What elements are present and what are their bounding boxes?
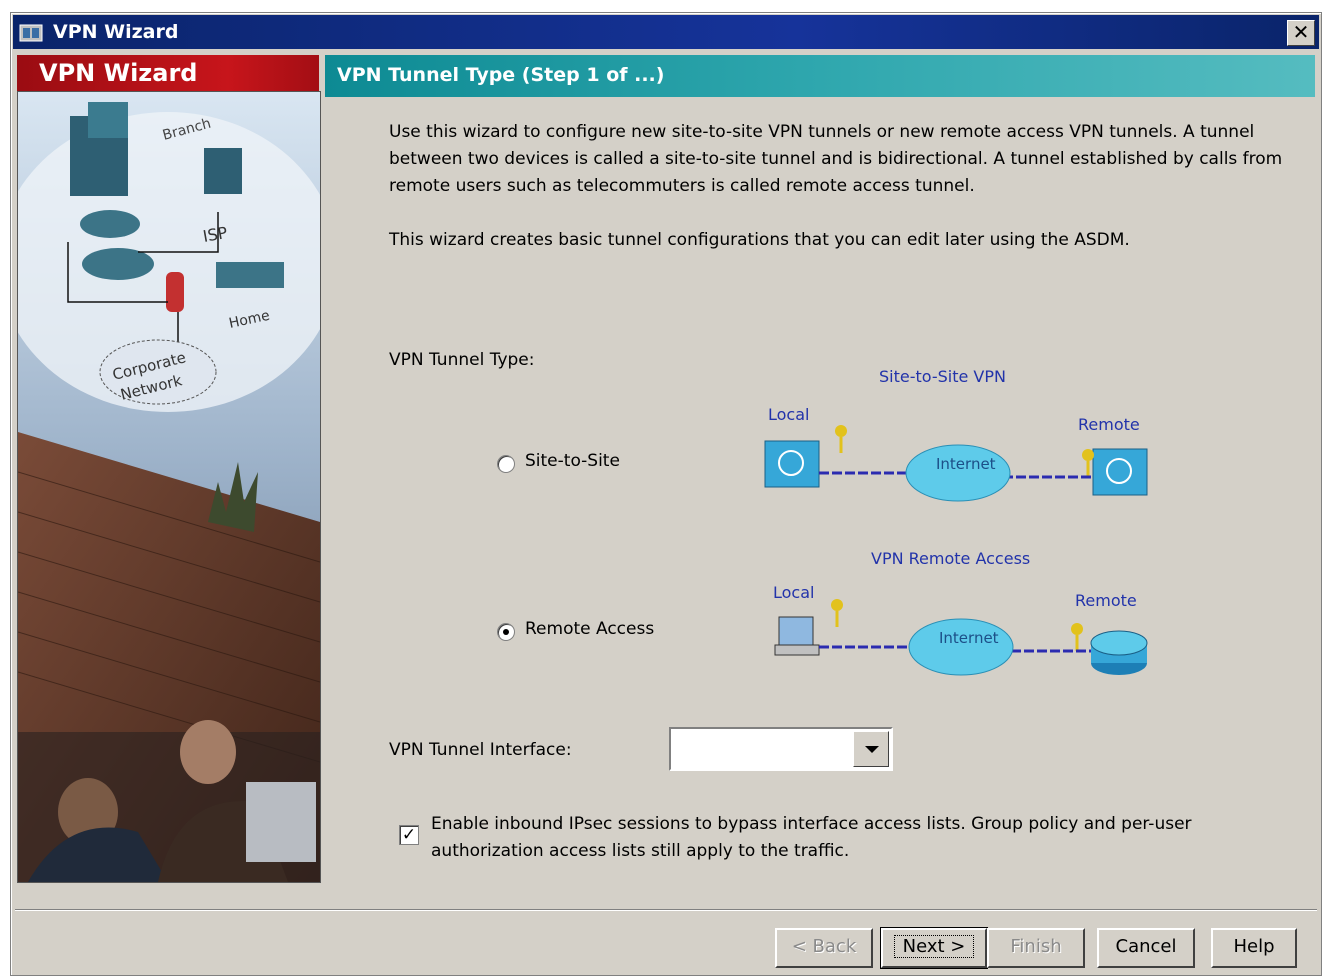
remote-access-diagram: VPN Remote Access Local Remote Internet: [761, 547, 1161, 687]
next-button[interactable]: Next >: [880, 927, 988, 969]
help-button[interactable]: Help: [1211, 928, 1297, 968]
button-separator: [15, 909, 1317, 911]
remote-access-radio[interactable]: [497, 623, 515, 641]
sidebar-title: VPN Wizard: [39, 59, 198, 87]
title-bar[interactable]: VPN Wizard ✕: [13, 15, 1319, 49]
dropdown-arrow-icon[interactable]: [853, 731, 889, 767]
description-text: This wizard creates basic tunnel configu…: [389, 230, 1130, 250]
bypass-acl-label[interactable]: Enable inbound IPsec sessions to bypass …: [431, 811, 1291, 865]
intro-text: Use this wizard to configure new site-to…: [389, 122, 1283, 196]
next-button-label: Next >: [893, 935, 975, 958]
back-button[interactable]: < Back: [775, 928, 873, 968]
cancel-button[interactable]: Cancel: [1097, 928, 1195, 968]
tunnel-interface-label: VPN Tunnel Interface:: [389, 740, 572, 760]
app-icon: [19, 24, 43, 42]
remote-access-internet-label: Internet: [939, 629, 999, 647]
sidebar-header: VPN Wizard: [17, 55, 319, 91]
remote-access-label[interactable]: Remote Access: [525, 619, 654, 639]
finish-button[interactable]: Finish: [987, 928, 1085, 968]
bypass-acl-checkbox[interactable]: ✓: [399, 825, 419, 845]
illustration-art: Branch ISP Home Corporate Network: [18, 92, 320, 882]
site-to-site-internet-label: Internet: [936, 455, 996, 473]
page-header: VPN Tunnel Type (Step 1 of ...): [325, 55, 1315, 97]
tunnel-type-label: VPN Tunnel Type:: [389, 350, 535, 370]
tunnel-interface-select[interactable]: [669, 727, 893, 771]
sidebar-illustration: Branch ISP Home Corporate Network: [17, 91, 321, 883]
site-to-site-radio[interactable]: [497, 455, 515, 473]
site-to-site-label[interactable]: Site-to-Site: [525, 451, 620, 471]
site-to-site-network-art: Internet: [764, 425, 1148, 502]
close-button[interactable]: ✕: [1287, 20, 1315, 46]
site-to-site-diagram: Site-to-Site VPN Local Remote Internet: [751, 365, 1161, 505]
page-title: VPN Tunnel Type (Step 1 of ...): [337, 64, 665, 86]
remote-access-network-art: Internet: [774, 599, 1148, 676]
window-title: VPN Wizard: [53, 21, 179, 43]
vpn-wizard-window: VPN Wizard ✕ VPN Wizard Branch ISP Home …: [10, 12, 1322, 976]
close-icon: ✕: [1292, 20, 1310, 44]
